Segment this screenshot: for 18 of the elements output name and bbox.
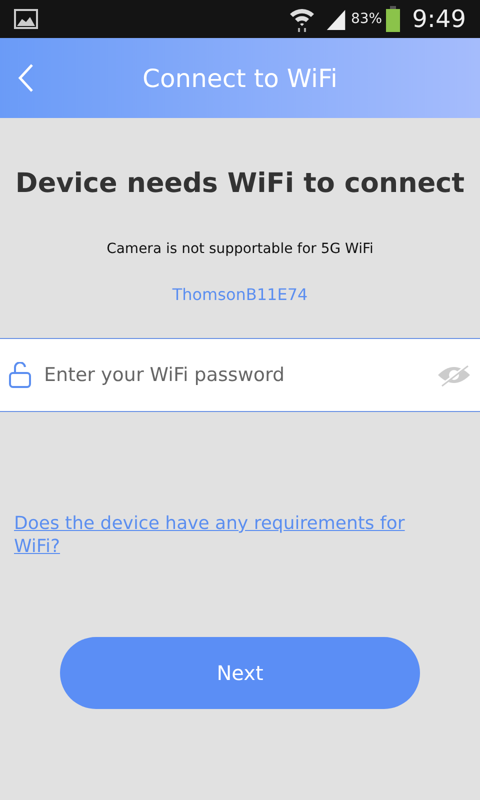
back-icon <box>18 63 34 93</box>
lock-icon <box>8 362 32 388</box>
back-button[interactable] <box>18 63 34 93</box>
requirements-link[interactable]: Does the device have any requirements for WiFi? <box>14 512 424 559</box>
password-input[interactable]: Enter your WiFi password <box>42 363 426 387</box>
password-field[interactable]: Enter your WiFi password <box>0 338 480 412</box>
notice-text: Camera is not supportable for 5G WiFi <box>106 241 374 257</box>
image-icon <box>14 9 38 29</box>
next-button[interactable]: Next <box>60 636 420 709</box>
network-name: ThomsonB11E74 <box>171 285 309 304</box>
heading: Device needs WiFi to connect <box>14 168 466 199</box>
clock: 9:49 <box>412 5 466 33</box>
battery-percentage: 83% <box>350 11 382 27</box>
screen-title: Connect to WiFi <box>142 64 338 92</box>
battery-icon <box>386 6 400 32</box>
signal-icon <box>324 8 347 30</box>
wifi-icon <box>288 6 315 32</box>
hidden-eye-icon[interactable] <box>436 363 472 387</box>
